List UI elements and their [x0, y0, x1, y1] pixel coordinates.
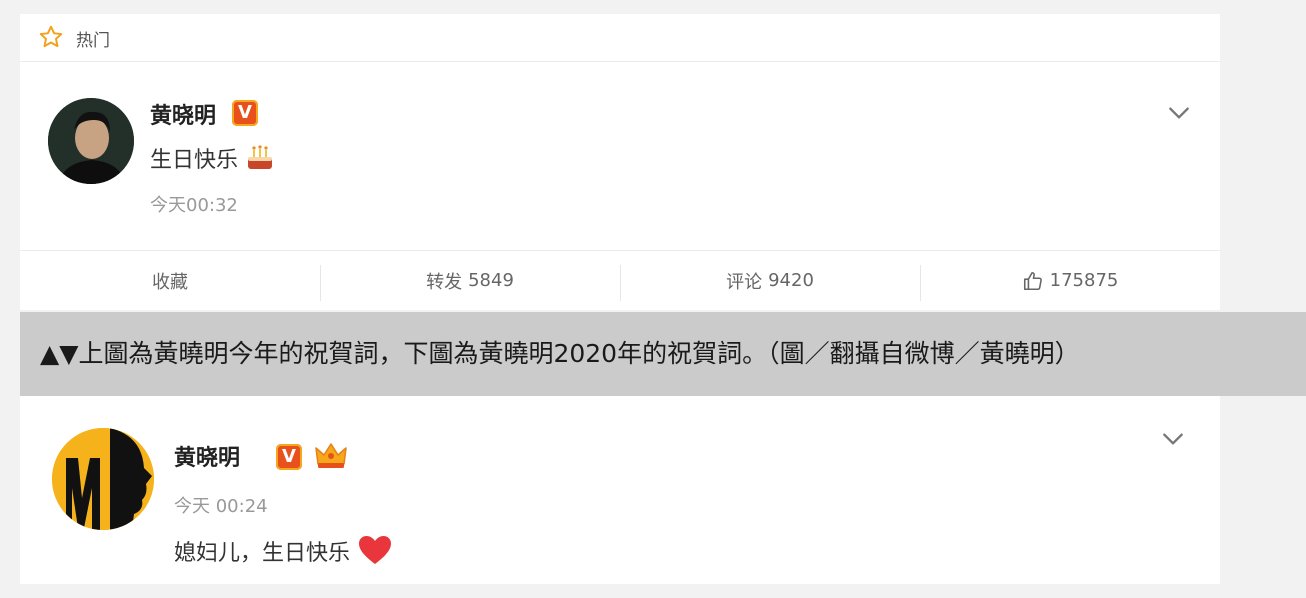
crown-badge-icon — [315, 443, 347, 468]
cake-emoji-icon — [248, 145, 273, 169]
chevron-down-icon[interactable] — [1166, 100, 1192, 126]
post-time[interactable]: 今天 00:24 — [174, 492, 268, 518]
like-count: 175875 — [1049, 270, 1119, 291]
post-text: 媳妇儿，生日快乐 — [174, 534, 393, 567]
repost-button[interactable]: 转发 5849 — [320, 251, 620, 310]
author-name[interactable]: 黄晓明 — [150, 98, 216, 130]
hot-label: 热门 — [76, 31, 110, 51]
post-text: 生日快乐 — [150, 142, 275, 174]
post-text-content: 媳妇儿，生日快乐 — [174, 541, 351, 566]
heart-emoji-icon — [359, 536, 392, 564]
post-time[interactable]: 今天00:32 — [150, 191, 238, 217]
author-portrait-icon — [48, 98, 134, 184]
star-outline-icon — [39, 25, 63, 48]
favorite-button[interactable]: 收藏 — [20, 251, 320, 310]
weibo-post-card-1: 热门 黄晓明 V 生日快乐 今天00:32 收藏 转发 5849 评论 9420… — [20, 14, 1220, 310]
comment-count: 9420 — [768, 270, 814, 291]
avatar[interactable] — [52, 428, 154, 530]
image-caption: ▲▼上圖為黃曉明今年的祝賀詞，下圖為黃曉明2020年的祝賀詞。（圖／翻攝自微博／… — [20, 312, 1306, 396]
avatar[interactable] — [48, 98, 134, 184]
favorite-label: 收藏 — [152, 271, 188, 293]
like-button[interactable]: 175875 — [920, 251, 1220, 310]
verified-badge-icon: V — [276, 444, 302, 470]
weibo-post-card-2: 黄晓明 V 今天 00:24 媳妇儿，生日快乐 — [20, 396, 1220, 584]
comment-button[interactable]: 评论 9420 — [620, 251, 920, 310]
post-text-content: 生日快乐 — [150, 148, 239, 173]
caption-text: ▲▼上圖為黃曉明今年的祝賀詞，下圖為黃曉明2020年的祝賀詞。（圖／翻攝自微博／… — [40, 339, 1080, 368]
repost-label: 转发 — [426, 271, 463, 293]
author-name[interactable]: 黄晓明 — [174, 440, 240, 472]
verified-badge-icon: V — [232, 100, 258, 126]
post-action-bar: 收藏 转发 5849 评论 9420 175875 — [20, 250, 1220, 310]
author-silhouette-icon — [52, 428, 154, 530]
thumbs-up-icon — [1023, 271, 1042, 290]
hot-section-header: 热门 — [20, 14, 1220, 62]
chevron-down-icon[interactable] — [1160, 426, 1186, 452]
comment-label: 评论 — [726, 271, 763, 293]
repost-count: 5849 — [468, 270, 514, 291]
